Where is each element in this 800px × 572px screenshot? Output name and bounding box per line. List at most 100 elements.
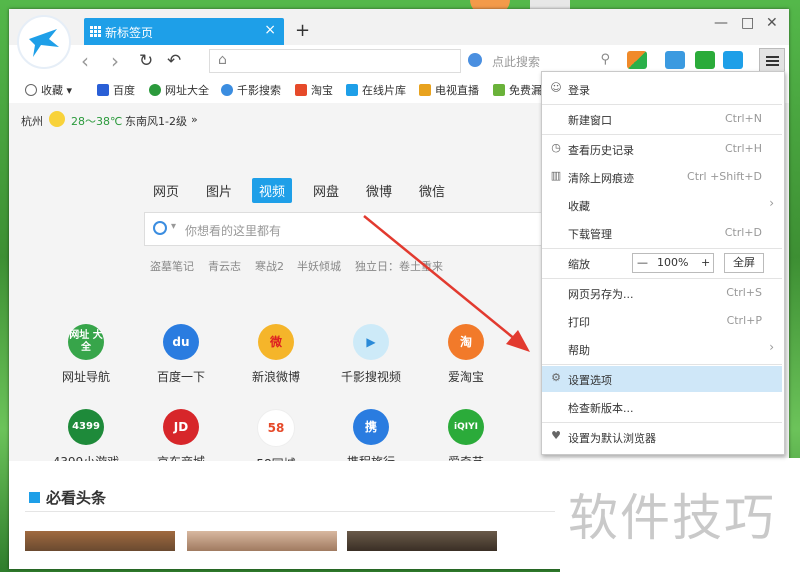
grid-icon [90,26,101,37]
toolbar-search[interactable]: 点此搜索 ⚲ [464,49,614,71]
menu-item-new-window[interactable]: 新建窗口 Ctrl+N [542,106,782,132]
hot-term[interactable]: 盗墓笔记 [150,258,194,274]
zoom-out-button[interactable]: — [637,256,648,269]
forward-icon[interactable]: › [111,49,119,73]
play-icon [221,84,233,96]
site-label: 百度一下 [156,370,205,384]
bookmark-item[interactable]: 收藏 ▾ [25,82,72,98]
weather-city[interactable]: 杭州 [21,113,43,129]
tab-weibo[interactable]: 微博 [366,181,392,200]
chevron-down-icon[interactable]: ▾ [171,221,176,232]
hot-term[interactable]: 寒战2 [255,258,284,274]
menu-item-history[interactable]: ◷ 查看历史记录 Ctrl+H [542,136,782,162]
site-tile[interactable]: 微 新浪微博 [236,324,316,385]
bookmark-item[interactable]: 免费漏 [493,82,542,98]
menu-item-help[interactable]: 帮助 › [542,336,782,362]
news-thumbnail[interactable] [25,531,175,551]
hot-term[interactable]: 独立日：卷土重来 [355,258,443,274]
menu-item-label: 查看历史记录 [568,144,634,157]
video-search-icon [153,221,167,235]
site-icon: JD [163,409,199,445]
sun-icon [49,111,65,127]
bookmark-item[interactable]: 在线片库 [346,82,406,98]
menu-item-shortcut: Ctrl +Shift+D [687,170,762,183]
menu-item-label: 设置选项 [568,374,612,387]
tab-close-button[interactable]: × [264,22,276,38]
site-icon: ▶ [353,324,389,360]
tab-images[interactable]: 图片 [206,181,232,200]
site-tile[interactable]: ▶ 千影搜视频 [331,324,411,385]
news-section: 必看头条 [9,461,569,569]
extension-icon[interactable] [723,51,743,69]
menu-divider [542,134,782,135]
main-search-box[interactable]: ▾ 你想看的这里都有 [144,212,576,246]
toolbar-search-input[interactable]: 点此搜索 [492,53,540,70]
tab-web[interactable]: 网页 [153,181,179,200]
site-tile[interactable]: du 百度一下 [141,324,221,385]
news-thumbnail[interactable] [347,531,497,551]
iqiyi-icon[interactable] [695,51,715,69]
site-label: 千影搜视频 [340,370,401,384]
site-icon: du [163,324,199,360]
menu-item-favorites[interactable]: 收藏 › [542,192,782,218]
globe-icon [149,84,161,96]
tab-wechat[interactable]: 微信 [419,181,445,200]
close-window-button[interactable]: ✕ [766,15,778,31]
menu-item-print[interactable]: 打印 Ctrl+P [542,308,782,334]
browser-logo [17,15,71,69]
back-icon[interactable]: ‹ [81,49,89,73]
main-search-input[interactable]: 你想看的这里都有 [185,222,281,239]
menu-item-shortcut: Ctrl+P [726,314,762,327]
address-bar[interactable]: ⌂ [209,49,461,73]
search-engine-icon[interactable] [468,53,482,67]
tab-video[interactable]: 视频 [252,178,293,203]
tab-netdisk[interactable]: 网盘 [313,181,339,200]
trash-icon: ▥ [550,169,562,182]
bookmark-item[interactable]: 淘宝 [295,82,333,98]
bookmark-item[interactable]: 网址大全 [149,82,209,98]
menu-item-check-update[interactable]: 检查新版本... [542,394,782,420]
menu-item-settings[interactable]: ⚙ 设置选项 [542,366,782,392]
menu-item-downloads[interactable]: 下载管理 Ctrl+D [542,220,782,246]
weather-more-icon[interactable]: » [191,113,198,126]
minimize-button[interactable]: — [714,15,728,31]
menu-item-clear-history[interactable]: ▥ 清除上网痕迹 Ctrl +Shift+D [542,164,782,190]
news-thumbnail[interactable] [187,531,337,551]
site-icon: iQIYI [448,409,484,445]
menu-item-shortcut: Ctrl+N [724,112,762,125]
bookmark-item[interactable]: 千影搜索 [221,82,281,98]
home-icon[interactable]: ⌂ [218,52,232,68]
tab-new-tab[interactable]: 新标签页 × [84,18,284,45]
site-tile[interactable]: 淘 爱淘宝 [426,324,506,385]
menu-item-label: 帮助 [568,344,590,357]
menu-item-label: 打印 [568,316,590,329]
maximize-button[interactable]: □ [741,15,754,31]
hot-term[interactable]: 半妖倾城 [297,258,341,274]
fullscreen-button[interactable]: 全屏 [724,253,764,273]
menu-item-label: 检查新版本... [568,402,634,415]
menu-item-shortcut: Ctrl+D [724,226,762,239]
menu-item-save-as[interactable]: 网页另存为... Ctrl+S [542,280,782,306]
site-label: 网址导航 [61,370,110,384]
bookmark-item[interactable]: 电视直播 [419,82,479,98]
title-bar: 新标签页 × + — □ ✕ [9,9,789,45]
menu-item-set-default[interactable]: ♥ 设置为默认浏览器 [542,424,782,450]
site-tile[interactable]: 网址 大全 网址导航 [46,324,126,385]
undo-icon[interactable]: ↶ [167,51,181,71]
site-icon: 58 [257,409,295,447]
zoom-in-button[interactable]: + [701,256,710,269]
weather-temp: 28～38℃ [71,115,123,128]
tab-title: 新标签页 [105,26,154,40]
new-tab-button[interactable]: + [295,20,310,41]
search-icon[interactable]: ⚲ [600,52,610,67]
taobao-icon [295,84,307,96]
hot-term[interactable]: 青云志 [208,258,241,274]
tv-icon[interactable] [665,51,685,69]
watermark-text: 软件技巧 [568,489,776,547]
apps-icon[interactable] [627,51,647,69]
menu-item-login[interactable]: ☺ 登录 [542,76,782,102]
heart-icon: ♥ [551,429,561,442]
bookmark-item[interactable]: 百度 [97,82,135,98]
refresh-icon[interactable]: ↻ [139,51,153,71]
folder-icon [419,84,431,96]
